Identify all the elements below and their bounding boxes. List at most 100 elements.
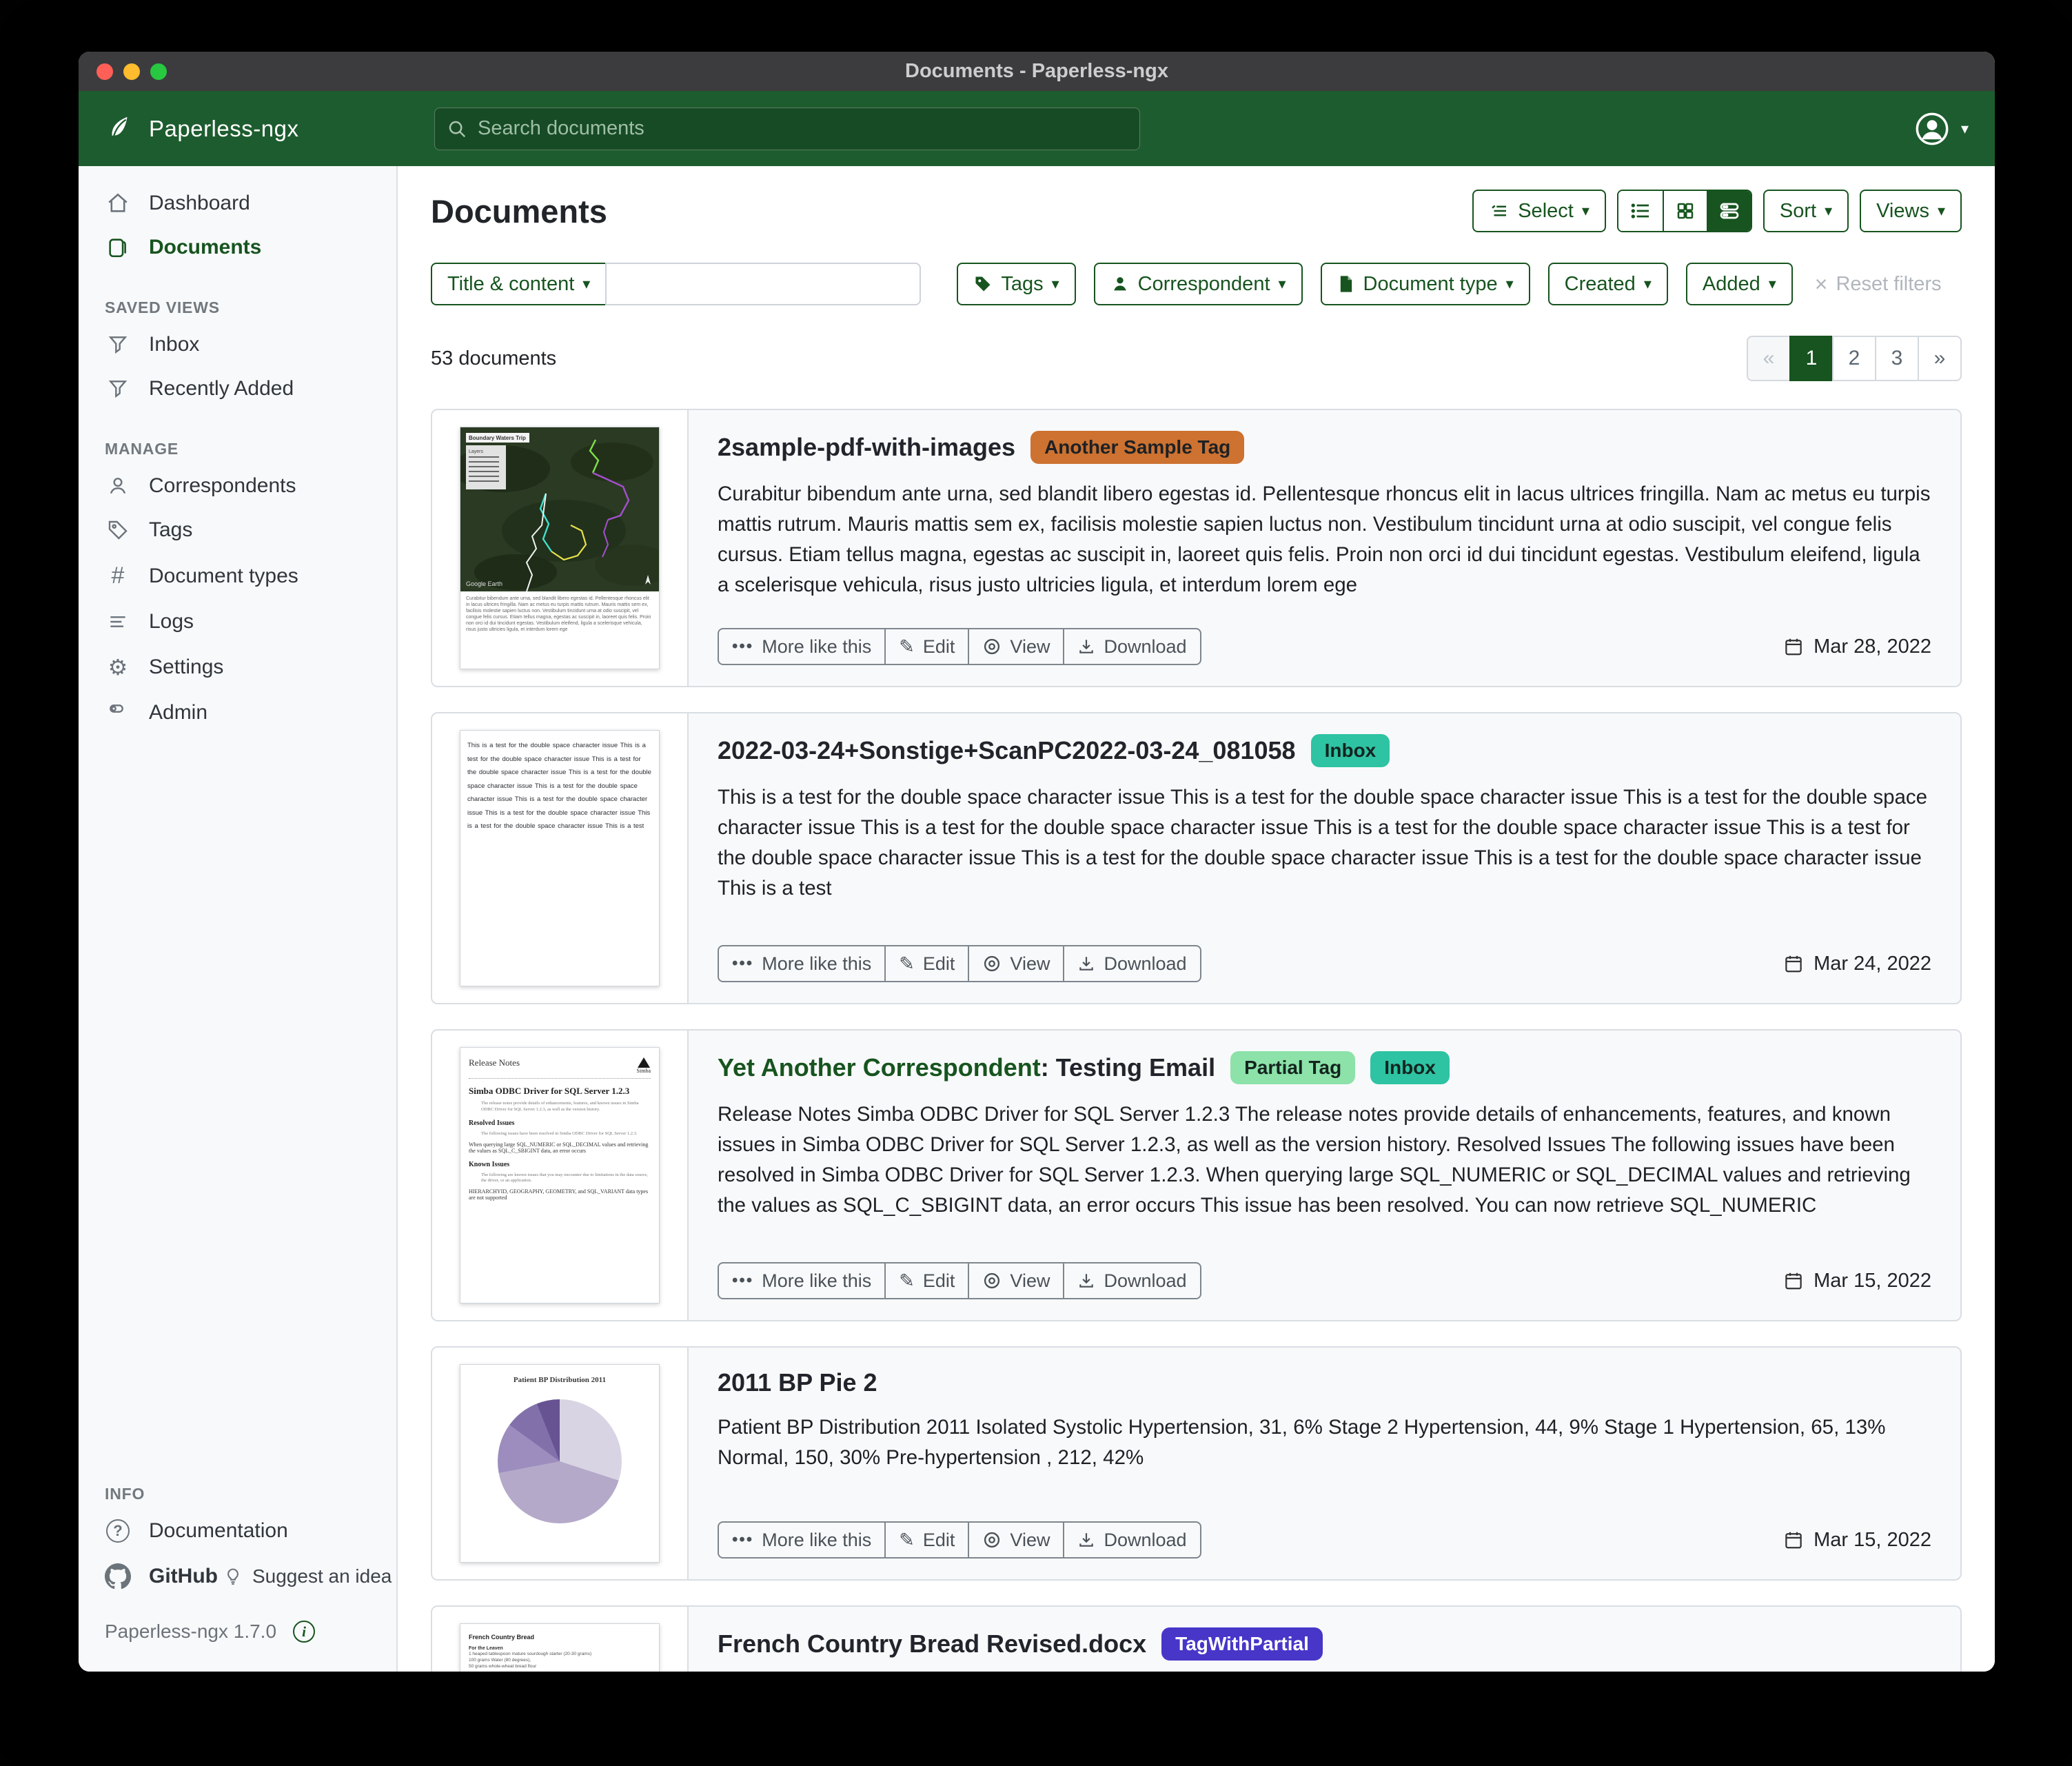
tag-badge[interactable]: Inbox	[1310, 734, 1390, 767]
sidebar-item-recently-added[interactable]: Recently Added	[79, 367, 396, 411]
dots-icon: •••	[732, 637, 754, 656]
svg-text:Layers: Layers	[469, 449, 484, 454]
thumbnail-text: This is a test for the double space char…	[467, 742, 651, 830]
pagination-page-1[interactable]: 1	[1789, 336, 1834, 381]
filter-field-label: Title & content	[447, 272, 575, 295]
sort-button[interactable]: Sort ▾	[1763, 190, 1849, 232]
sidebar-item-settings[interactable]: ⚙ Settings	[79, 644, 396, 691]
filter-title-content-input[interactable]	[605, 263, 922, 305]
sidebar-item-documents[interactable]: Documents	[79, 225, 396, 270]
sidebar-item-label: Tags	[149, 518, 193, 541]
thumb-rn-header: Release Notes	[469, 1057, 520, 1068]
view-list-button[interactable]	[1618, 191, 1663, 231]
select-button[interactable]: Select ▾	[1472, 190, 1606, 232]
view-button[interactable]: View	[968, 1521, 1065, 1559]
window-title: Documents - Paperless-ngx	[905, 60, 1168, 82]
download-button[interactable]: Download	[1063, 1262, 1201, 1299]
document-title[interactable]: French Country Bread Revised.docx	[718, 1630, 1146, 1658]
chevron-down-icon: ▾	[1960, 119, 1969, 137]
eye-icon	[982, 1271, 1002, 1290]
filter-added-button[interactable]: Added ▾	[1685, 263, 1793, 305]
sidebar-item-github[interactable]: GitHub	[79, 1553, 218, 1600]
filter-field-button[interactable]: Title & content ▾	[431, 263, 606, 305]
sidebar-item-admin[interactable]: Admin	[79, 691, 396, 735]
view-detail-button[interactable]	[1706, 191, 1751, 231]
sidebar-item-dashboard[interactable]: Dashboard	[79, 181, 396, 225]
edit-button[interactable]: ✎ Edit	[884, 945, 970, 982]
document-title[interactable]: 2011 BP Pie 2	[718, 1368, 877, 1397]
close-window-button[interactable]	[97, 63, 113, 80]
user-menu[interactable]: ▾	[1914, 111, 1969, 147]
page-head-row: Documents Select ▾ Sort ▾ Views ▾	[431, 190, 1962, 232]
document-title[interactable]: 2sample-pdf-with-images	[718, 433, 1015, 462]
pagination-page-2[interactable]: 2	[1832, 336, 1876, 381]
sidebar-item-inbox[interactable]: Inbox	[79, 323, 396, 367]
tag-badge[interactable]: Another Sample Tag	[1030, 431, 1245, 464]
text-lines-icon	[105, 611, 131, 633]
pagination-prev[interactable]: «	[1747, 336, 1791, 381]
minimize-window-button[interactable]	[123, 63, 140, 80]
pencil-icon: ✎	[899, 1529, 915, 1550]
document-thumbnail[interactable]: This is a test for the double space char…	[432, 713, 689, 1003]
pencil-icon: ✎	[899, 636, 915, 657]
more-like-this-button[interactable]: ••• More like this	[718, 945, 886, 982]
suggest-idea-label: Suggest an idea	[252, 1565, 392, 1587]
sidebar-item-label: Settings	[149, 656, 224, 678]
sidebar-item-suggest-idea[interactable]: Suggest an idea	[223, 1555, 392, 1598]
filter-tags-button[interactable]: Tags ▾	[957, 263, 1076, 305]
document-correspondent[interactable]: Yet Another Correspondent	[718, 1053, 1041, 1082]
document-thumbnail[interactable]: Boundary Waters Trip Layers Google Earth…	[432, 410, 689, 686]
document-date: Mar 15, 2022	[1783, 1529, 1931, 1552]
download-button[interactable]: Download	[1063, 945, 1201, 982]
views-button[interactable]: Views ▾	[1860, 190, 1962, 232]
view-button[interactable]: View	[968, 945, 1065, 982]
view-button[interactable]: View	[968, 1262, 1065, 1299]
sidebar-item-correspondents[interactable]: Correspondents	[79, 464, 396, 508]
hash-icon: #	[111, 562, 125, 589]
pagination-next[interactable]: »	[1918, 336, 1962, 381]
more-like-this-button[interactable]: ••• More like this	[718, 1262, 886, 1299]
document-thumbnail[interactable]: French Country Bread For the Leaven 1 he…	[432, 1607, 689, 1672]
filter-created-button[interactable]: Created ▾	[1547, 263, 1668, 305]
search-icon	[449, 121, 466, 137]
document-date: Mar 15, 2022	[1783, 1270, 1931, 1292]
thumb-rn-title: Simba ODBC Driver for SQL Server 1.2.3	[469, 1086, 630, 1096]
view-grid-button[interactable]	[1662, 191, 1707, 231]
reset-filters-button[interactable]: × Reset filters	[1815, 273, 1942, 296]
select-label: Select	[1518, 199, 1574, 222]
search-input[interactable]	[434, 107, 1140, 150]
view-button[interactable]: View	[968, 628, 1065, 665]
document-thumbnail[interactable]: Release Notes Simba Simba ODBC Driver fo…	[432, 1031, 689, 1320]
tag-badge[interactable]: TagWithPartial	[1161, 1627, 1323, 1661]
manage-heading: MANAGE	[105, 440, 179, 458]
edit-button[interactable]: ✎ Edit	[884, 628, 970, 665]
pie-chart-title: Patient BP Distribution 2011	[513, 1376, 607, 1384]
document-title[interactable]: 2022-03-24+Sonstige+ScanPC2022-03-24_081…	[718, 736, 1296, 765]
zoom-window-button[interactable]	[150, 63, 167, 80]
brand-logo[interactable]: Paperless-ngx	[105, 113, 332, 145]
document-card-content: 2022-03-24+Sonstige+ScanPC2022-03-24_081…	[689, 713, 1960, 1003]
download-button[interactable]: Download	[1063, 1521, 1201, 1559]
sidebar-item-documentation[interactable]: ? Documentation	[79, 1509, 396, 1553]
pagination-page-3[interactable]: 3	[1875, 336, 1919, 381]
document-title[interactable]: Yet Another Correspondent: Testing Email	[718, 1053, 1215, 1082]
github-icon	[105, 1563, 131, 1590]
tag-badge[interactable]: Partial Tag	[1230, 1051, 1356, 1084]
tag-badge[interactable]: Inbox	[1370, 1051, 1450, 1084]
documents-icon	[105, 236, 131, 259]
more-like-this-button[interactable]: ••• More like this	[718, 1521, 886, 1559]
edit-button[interactable]: ✎ Edit	[884, 1521, 970, 1559]
list-check-icon	[1489, 201, 1510, 221]
download-button[interactable]: Download	[1063, 628, 1201, 665]
filter-document-type-button[interactable]: Document type ▾	[1320, 263, 1530, 305]
calendar-icon	[1785, 1272, 1802, 1290]
info-icon[interactable]: i	[293, 1621, 316, 1643]
sidebar-item-tags[interactable]: Tags	[79, 508, 396, 552]
edit-button[interactable]: ✎ Edit	[884, 1262, 970, 1299]
sidebar-item-document-types[interactable]: # Document types	[79, 552, 396, 600]
traffic-lights	[97, 63, 167, 80]
sidebar-item-logs[interactable]: Logs	[79, 600, 396, 644]
filter-correspondent-button[interactable]: Correspondent ▾	[1093, 263, 1303, 305]
more-like-this-button[interactable]: ••• More like this	[718, 628, 886, 665]
document-thumbnail[interactable]: Patient BP Distribution 2011	[432, 1348, 689, 1579]
